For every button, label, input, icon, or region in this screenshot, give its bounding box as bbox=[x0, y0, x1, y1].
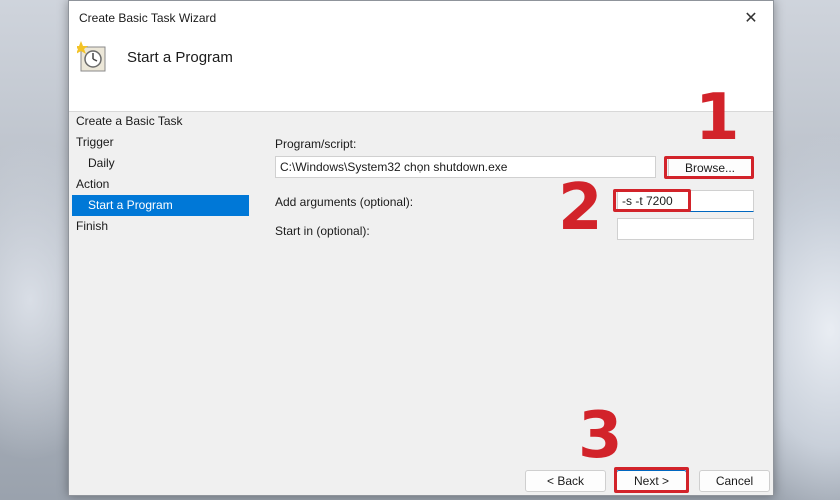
nav-item-daily: Daily bbox=[88, 156, 115, 170]
page-title: Start a Program bbox=[127, 49, 233, 66]
step-number-2: 2 bbox=[558, 171, 603, 245]
nav-item-trigger: Trigger bbox=[76, 135, 114, 149]
arguments-label: Add arguments (optional): bbox=[275, 195, 414, 209]
wizard-window: Create Basic Task Wizard ✕ Start a Progr… bbox=[68, 0, 774, 496]
browse-highlight-box bbox=[664, 156, 754, 179]
step-number-1: 1 bbox=[695, 81, 740, 155]
back-button[interactable]: < Back bbox=[525, 470, 606, 492]
cancel-button[interactable]: Cancel bbox=[699, 470, 770, 492]
nav-item-finish: Finish bbox=[76, 219, 109, 233]
clock-task-icon bbox=[77, 41, 106, 72]
step-number-3: 3 bbox=[578, 399, 623, 473]
nav-item-create-basic-task: Create a Basic Task bbox=[76, 114, 183, 128]
close-button[interactable]: ✕ bbox=[729, 1, 773, 35]
window-title: Create Basic Task Wizard bbox=[79, 11, 217, 25]
wizard-header: Start a Program bbox=[69, 35, 773, 112]
start-in-label: Start in (optional): bbox=[275, 224, 370, 238]
program-script-label: Program/script: bbox=[275, 137, 357, 151]
next-highlight-box bbox=[614, 467, 689, 493]
close-icon: ✕ bbox=[744, 10, 758, 27]
wizard-steps-nav: Create a Basic Task Trigger Daily Action… bbox=[69, 111, 251, 237]
nav-item-start-a-program: Start a Program bbox=[72, 195, 249, 216]
nav-item-action: Action bbox=[76, 177, 110, 191]
start-in-input[interactable] bbox=[617, 218, 754, 240]
arguments-highlight-box bbox=[613, 189, 691, 212]
title-bar: Create Basic Task Wizard ✕ bbox=[69, 1, 773, 35]
